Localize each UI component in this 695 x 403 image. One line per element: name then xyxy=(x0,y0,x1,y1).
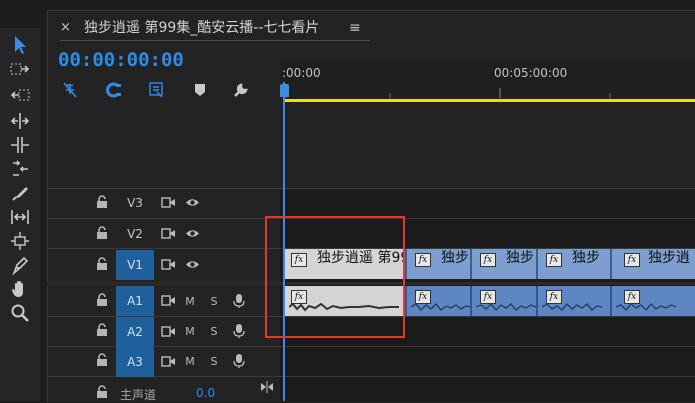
go-to-end-icon[interactable] xyxy=(260,380,274,394)
audio-clip[interactable]: fx xyxy=(612,286,695,316)
rolling-edit-icon[interactable] xyxy=(8,134,32,156)
sync-lock-icon[interactable] xyxy=(160,355,176,368)
lock-icon[interactable] xyxy=(96,195,108,209)
selection-tool-icon[interactable] xyxy=(8,34,32,56)
video-clip[interactable]: fx 独步 xyxy=(472,249,538,279)
mute-button[interactable]: M xyxy=(184,354,196,368)
clip-label: 独步 xyxy=(572,250,600,266)
track-v2-label[interactable]: V2 xyxy=(116,219,154,249)
audio-waveform xyxy=(616,302,676,312)
ruler-label-start: :00:00 xyxy=(282,66,321,80)
track-v1-label[interactable]: V1 xyxy=(116,250,154,280)
tab-underline xyxy=(60,40,370,41)
video-clip[interactable]: fx 独步 xyxy=(538,249,612,279)
track-select-forward-icon[interactable] xyxy=(8,58,32,80)
slide-icon[interactable] xyxy=(8,230,32,252)
audio-waveform xyxy=(542,302,602,311)
playhead-handle[interactable] xyxy=(280,84,289,97)
microphone-icon[interactable] xyxy=(232,322,246,340)
track-v3-label[interactable]: V3 xyxy=(116,188,154,218)
eye-icon[interactable] xyxy=(183,258,201,271)
hand-icon[interactable] xyxy=(8,278,32,300)
solo-button[interactable]: S xyxy=(208,294,220,308)
slip-icon[interactable] xyxy=(8,206,32,228)
marker-icon[interactable] xyxy=(190,80,210,100)
lock-icon[interactable] xyxy=(96,385,108,399)
solo-button[interactable]: S xyxy=(208,324,220,338)
microphone-icon[interactable] xyxy=(232,292,246,310)
mute-button[interactable]: M xyxy=(184,324,196,338)
track-a3-label[interactable]: A3 xyxy=(116,347,154,377)
sync-lock-icon[interactable] xyxy=(160,258,176,271)
lock-icon[interactable] xyxy=(96,353,108,367)
playhead-timecode[interactable]: 00:00:00:00 xyxy=(58,48,184,72)
clip-label: 独步 xyxy=(441,250,469,266)
master-volume-value[interactable]: 0.0 xyxy=(196,386,215,400)
pen-icon[interactable] xyxy=(8,254,32,276)
fx-badge: fx xyxy=(624,253,640,267)
video-clip[interactable]: fx 独步逍 xyxy=(612,249,695,279)
sync-lock-icon[interactable] xyxy=(160,196,176,209)
rate-stretch-icon[interactable] xyxy=(8,158,32,180)
lock-icon[interactable] xyxy=(96,226,108,240)
eye-icon[interactable] xyxy=(183,227,201,240)
sync-lock-icon[interactable] xyxy=(160,294,176,307)
fx-badge: fx xyxy=(480,253,496,267)
lock-icon[interactable] xyxy=(96,257,108,271)
add-marker-icon[interactable] xyxy=(147,80,167,100)
sync-lock-icon[interactable] xyxy=(160,227,176,240)
highlight-annotation-box xyxy=(265,216,405,338)
track-a2-label[interactable]: A2 xyxy=(116,317,154,347)
eye-icon[interactable] xyxy=(183,196,201,209)
linked-selection-icon[interactable] xyxy=(104,80,124,100)
fx-badge: fx xyxy=(546,253,562,267)
audio-clip[interactable]: fx xyxy=(538,286,612,316)
sync-lock-icon[interactable] xyxy=(160,325,176,338)
wrench-icon[interactable] xyxy=(231,80,251,100)
audio-waveform xyxy=(411,302,470,312)
tools-panel xyxy=(0,28,40,401)
ruler-ticks xyxy=(284,88,611,98)
work-area-bar[interactable] xyxy=(285,99,695,102)
ruler-label-5min: 00:05:00:00 xyxy=(494,66,568,80)
fx-badge: fx xyxy=(415,253,431,267)
panel-menu-icon[interactable]: ≡ xyxy=(349,20,361,36)
lock-icon[interactable] xyxy=(96,293,108,307)
clip-label: 独步逍 xyxy=(648,250,690,266)
zoom-icon[interactable] xyxy=(8,302,32,324)
lock-icon[interactable] xyxy=(96,323,108,337)
video-clip[interactable]: fx 独步 xyxy=(407,249,472,279)
audio-clip[interactable]: fx xyxy=(472,286,538,316)
track-a1-label[interactable]: A1 xyxy=(116,286,154,316)
audio-waveform xyxy=(476,302,536,312)
master-track-label: 主声道 xyxy=(120,388,157,402)
track-select-backward-icon[interactable] xyxy=(8,84,32,106)
mute-button[interactable]: M xyxy=(184,294,196,308)
clip-label: 独步 xyxy=(506,250,534,266)
razor-icon[interactable] xyxy=(8,182,32,204)
ripple-edit-icon[interactable] xyxy=(8,110,32,132)
sequence-tab-title[interactable]: 独步逍遥 第99集_酷安云播--七七看片 xyxy=(84,19,319,37)
audio-clip[interactable]: fx xyxy=(407,286,472,316)
solo-button[interactable]: S xyxy=(208,354,220,368)
close-tab-button[interactable]: × xyxy=(60,20,74,36)
snap-icon[interactable] xyxy=(60,80,80,100)
microphone-icon[interactable] xyxy=(232,352,246,370)
